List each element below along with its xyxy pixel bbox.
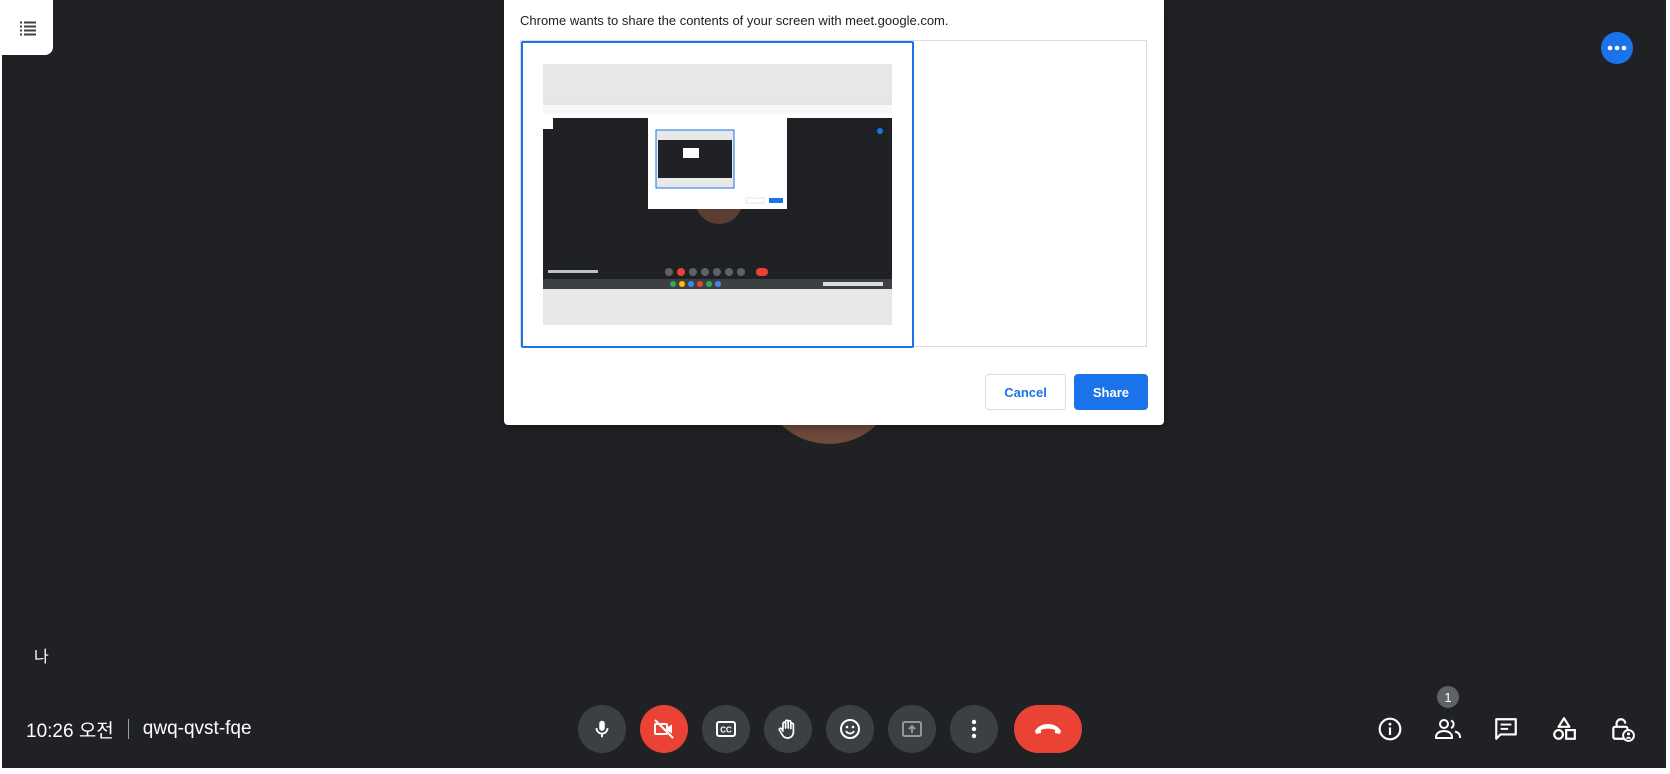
info-icon — [1378, 717, 1402, 741]
reactions-button[interactable] — [826, 705, 874, 753]
screen-option[interactable] — [521, 41, 914, 348]
screen-thumbnail-image — [543, 96, 892, 289]
mic-icon — [595, 720, 609, 738]
participant-count-badge: 1 — [1437, 686, 1459, 708]
more-vert-icon — [971, 719, 977, 739]
captions-button[interactable]: CC — [702, 705, 750, 753]
dialog-description: Chrome wants to share the contents of yo… — [520, 13, 949, 28]
svg-text:CC: CC — [720, 726, 732, 735]
activities-icon — [1553, 717, 1576, 740]
emoji-icon — [840, 719, 860, 739]
share-button[interactable]: Share — [1073, 374, 1148, 410]
tab-list-button[interactable] — [2, 0, 53, 55]
captions-icon: CC — [716, 721, 736, 737]
call-controls: CC — [578, 705, 1082, 753]
chat-icon — [1495, 718, 1517, 740]
host-controls-button[interactable] — [1602, 709, 1642, 749]
share-screen-dialog: Chrome wants to share the contents of yo… — [504, 0, 1164, 425]
more-horiz-icon — [1607, 45, 1627, 51]
camera-toggle-button[interactable] — [640, 705, 688, 753]
activities-button[interactable] — [1544, 709, 1584, 749]
divider — [127, 719, 129, 739]
present-button[interactable] — [888, 705, 936, 753]
meeting-details: 10:26 오전 qwq-qvst-fqe — [26, 714, 252, 744]
raise-hand-button[interactable] — [764, 705, 812, 753]
leave-call-button[interactable] — [1014, 705, 1082, 753]
more-options-button[interactable] — [950, 705, 998, 753]
mic-button[interactable] — [578, 705, 626, 753]
present-icon — [902, 721, 922, 737]
call-end-icon — [1035, 724, 1061, 734]
raise-hand-icon — [778, 719, 795, 739]
dialog-buttons: Cancel Share — [985, 374, 1148, 410]
camera-off-icon — [654, 719, 674, 739]
screen-picker — [520, 40, 1147, 348]
people-icon — [1435, 719, 1461, 739]
self-name-label: 나 — [34, 649, 49, 666]
meeting-details-button[interactable] — [1370, 709, 1410, 749]
screen-thumbnail — [543, 64, 892, 325]
list-icon — [19, 21, 36, 35]
chat-button[interactable] — [1486, 709, 1526, 749]
side-panel-buttons: 1 — [1370, 686, 1642, 752]
meeting-code: qwq-qvst-fqe — [142, 718, 252, 739]
meeting-time: 10:26 오전 — [26, 720, 114, 742]
cancel-button[interactable]: Cancel — [985, 374, 1066, 410]
participant-more-button[interactable] — [1601, 32, 1633, 64]
meeting-stage: 나 10:26 오전 qwq-qvst-fqe CC 1 Chrome want… — [2, 0, 1666, 768]
people-button[interactable]: 1 — [1428, 686, 1468, 749]
host-controls-icon — [1612, 718, 1635, 742]
